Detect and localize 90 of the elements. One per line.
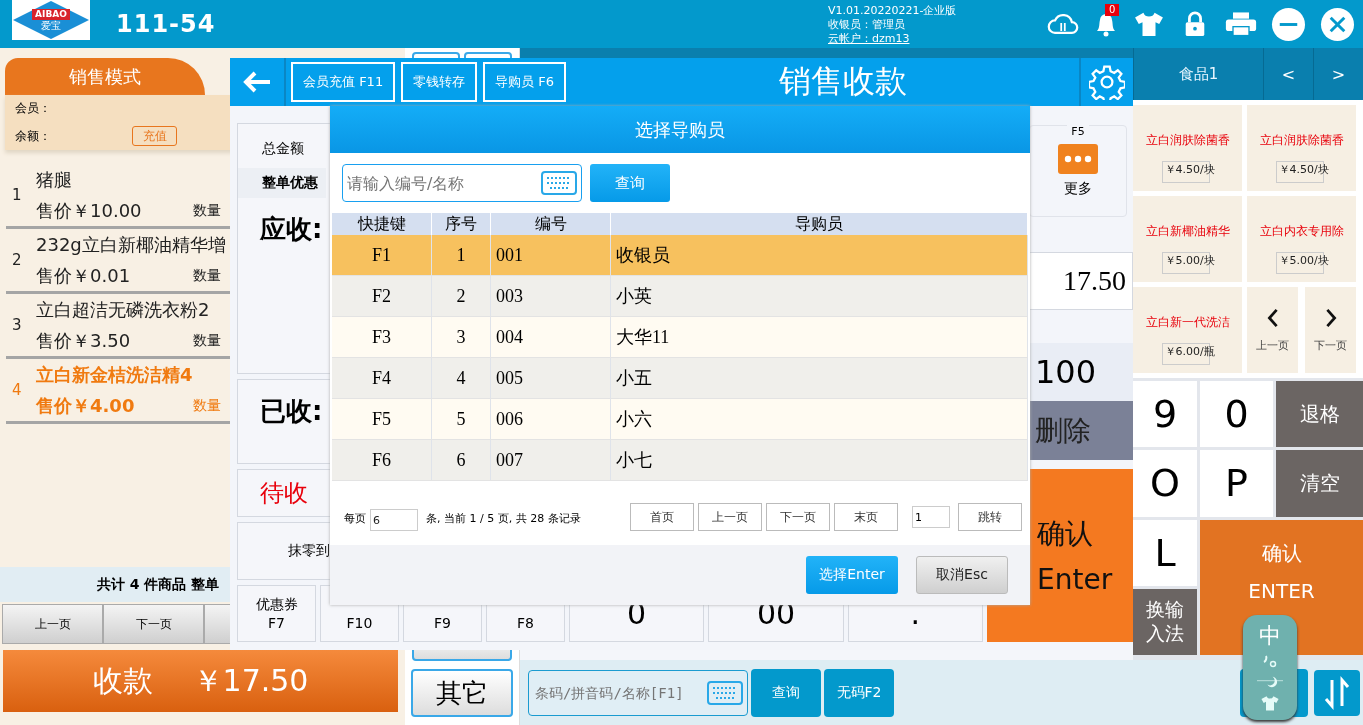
product-card[interactable]: 立白新椰油精华 ￥5.00/块 — [1133, 196, 1242, 282]
keyboard-key[interactable]: 9 — [1133, 381, 1197, 448]
back-arrow-icon[interactable] — [242, 70, 272, 94]
version-text: V1.01.20220221-企业版 — [828, 4, 957, 18]
table-cell: 小七 — [611, 440, 1028, 480]
keyboard-icon[interactable] — [707, 680, 743, 705]
table-cell: 001 — [491, 235, 611, 275]
per-page-field[interactable]: 6 — [370, 509, 418, 531]
keyboard-key[interactable]: 清空 — [1276, 450, 1363, 517]
logo-subtext: 爱宝 — [41, 19, 61, 32]
table-cell: 小五 — [611, 358, 1028, 398]
table-cell: F2 — [332, 276, 432, 316]
guide-row[interactable]: F4 4 005 小五 — [332, 358, 1028, 399]
table-cell: F1 — [332, 235, 432, 275]
table-cell: 007 — [491, 440, 611, 480]
product-page-button[interactable]: 下一页 — [1305, 287, 1356, 373]
table-cell: 6 — [432, 440, 491, 480]
dialog-title-bar: 选择导购员 — [330, 106, 1030, 153]
table-cell: F5 — [332, 399, 432, 439]
page-number-field[interactable]: 1 — [912, 506, 950, 528]
table-cell: F4 — [332, 358, 432, 398]
discount-label: 整单优惠 — [238, 168, 326, 198]
keyboard-icon[interactable] — [541, 171, 577, 195]
dialog-title: 销售收款 — [777, 61, 908, 102]
total-label: 总金额 — [262, 140, 304, 158]
guide-row[interactable]: F6 6 007 小七 — [332, 440, 1028, 481]
more-label: 更多 — [1064, 179, 1092, 198]
guide-row[interactable]: F1 1 001 收银员 — [332, 235, 1028, 276]
product-card[interactable]: 立白润肤除菌香 ￥4.50/块 — [1247, 105, 1356, 191]
jump-button[interactable]: 跳转 — [958, 503, 1022, 531]
table-cell: 003 — [491, 276, 611, 316]
table-cell: 006 — [491, 399, 611, 439]
cancel-button[interactable]: 取消Esc — [916, 556, 1008, 594]
pager-button[interactable]: 下一页 — [103, 604, 204, 644]
product-page-button[interactable]: 上一页 — [1247, 287, 1298, 373]
other-button[interactable]: 其它 — [411, 669, 513, 717]
shortcut-label: F5 — [1067, 124, 1089, 138]
guide-row[interactable]: F5 5 006 小六 — [332, 399, 1028, 440]
page-summary: 条, 当前 1 / 5 页, 共 28 条记录 — [426, 511, 581, 527]
keyboard-key[interactable]: 换输入法 — [1133, 588, 1197, 655]
page-button[interactable]: 上一页 — [698, 503, 762, 531]
per-page-label: 每页 — [344, 511, 366, 527]
settings-icon — [1089, 64, 1125, 100]
product-card[interactable]: 立白内衣专用除 ￥5.00/块 — [1247, 196, 1356, 282]
page-button[interactable]: 首页 — [630, 503, 694, 531]
rounding-label: 抹零到 — [288, 542, 330, 560]
table-cell: F6 — [332, 440, 432, 480]
product-card[interactable]: 立白润肤除菌香 ￥4.50/块 — [1133, 105, 1242, 191]
guide-row[interactable]: F3 3 004 大华11 — [332, 317, 1028, 358]
t-shirt-icon[interactable] — [1133, 11, 1165, 37]
keyboard-key[interactable]: 0 — [1200, 381, 1273, 448]
chevron-left-icon — [1265, 307, 1280, 328]
table-cell: 小英 — [611, 276, 1028, 316]
barcode-search-field[interactable]: 条码/拼音码/名称[F1] — [528, 669, 748, 716]
more-icon[interactable] — [1058, 143, 1098, 174]
notification-badge: 0 — [1105, 4, 1120, 16]
logo-text: AIBAO — [32, 8, 70, 20]
table-cell: 005 — [491, 358, 611, 398]
table-cell: 小六 — [611, 399, 1028, 439]
cashier-text: 收银员：管理员 — [828, 18, 906, 32]
close-icon[interactable] — [1320, 6, 1355, 42]
product-card[interactable]: 立白新一代洗洁 ￥6.00/瓶 — [1133, 287, 1242, 373]
member-label: 会员： — [15, 100, 51, 118]
table-cell: 1 — [432, 235, 491, 275]
pager-button[interactable]: 上一页 — [2, 604, 103, 644]
table-cell: 收银员 — [611, 235, 1028, 275]
printer-icon[interactable] — [1225, 11, 1257, 37]
table-cell: 5 — [432, 399, 491, 439]
page-button[interactable]: 下一页 — [766, 503, 830, 531]
keyboard-key[interactable]: 退格 — [1276, 381, 1363, 448]
search-field[interactable]: 请输入编号/名称 — [342, 164, 582, 202]
swap-arrows-icon[interactable] — [1314, 669, 1360, 716]
logo-icon — [12, 0, 90, 40]
table-cell: 4 — [432, 358, 491, 398]
keyboard-key[interactable]: L — [1133, 519, 1197, 586]
cloud-sync-icon[interactable] — [1047, 11, 1079, 37]
table-cell: F3 — [332, 317, 432, 357]
table-cell: 3 — [432, 317, 491, 357]
pending-label: 待收 — [260, 478, 308, 509]
table-cell: 大华11 — [611, 317, 1028, 357]
guide-row[interactable]: F2 2 003 小英 — [332, 276, 1028, 317]
terminal-number: 111-54 — [116, 10, 217, 38]
table-cell: 2 — [432, 276, 491, 316]
keyboard-key[interactable]: O — [1133, 450, 1197, 517]
table-cell: 004 — [491, 317, 611, 357]
page-button[interactable]: 末页 — [834, 503, 898, 531]
minimize-icon[interactable] — [1271, 6, 1306, 42]
function-button[interactable]: 优惠券 F7 — [237, 585, 316, 642]
balance-label: 余额： — [15, 127, 51, 145]
keyboard-key[interactable]: P — [1200, 450, 1273, 517]
